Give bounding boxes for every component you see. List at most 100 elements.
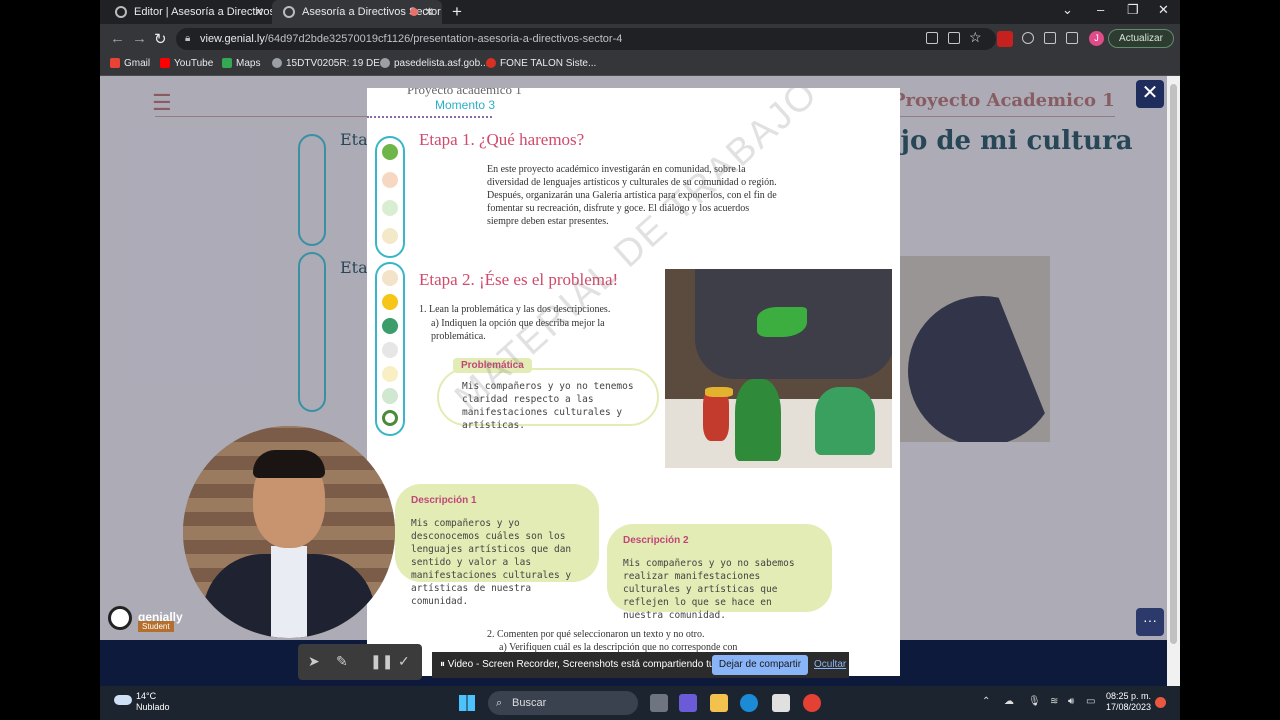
notification-icon[interactable]	[1155, 697, 1166, 708]
photo-cactus	[815, 387, 875, 455]
windows-taskbar: 14°C Nublado ⌕ Buscar ⌃ ☁ 🎙︎ ≋ 🔊︎ ▭ 08:2…	[100, 686, 1180, 720]
fone-icon	[486, 58, 496, 68]
desktop-screen: Editor | Asesoría a Directivos Sect ✕ As…	[100, 0, 1180, 720]
artisan-photo	[665, 269, 892, 468]
store-icon[interactable]	[772, 694, 790, 712]
onedrive-icon[interactable]: ☁	[1004, 696, 1014, 707]
page-scrollbar[interactable]	[1167, 76, 1180, 686]
item-2: 2. Comenten por qué seleccionaron un tex…	[487, 629, 705, 640]
circle-target-icon	[382, 410, 398, 426]
cloud-icon	[114, 695, 132, 705]
pen-tool-icon[interactable]: ✎	[336, 653, 348, 670]
hill-outline-icon	[382, 388, 398, 404]
address-bar[interactable]: 🔒︎ view.genial.ly/64d97d2bde32570019cf11…	[176, 28, 996, 50]
maps-icon	[222, 58, 232, 68]
bookmark-15dtv[interactable]: 15DTV0205R: 19 DE...	[272, 58, 388, 69]
tab-strip: Editor | Asesoría a Directivos Sect ✕ As…	[100, 0, 1180, 24]
screen-share-bar: ⏸︎ Video - Screen Recorder, Screenshots …	[432, 652, 849, 678]
webcam-overlay[interactable]	[183, 426, 395, 638]
tab-editor[interactable]: Editor | Asesoría a Directivos Sect ✕	[104, 0, 272, 24]
bookmark-youtube[interactable]: YouTube	[160, 58, 213, 69]
stage1-icons-pill	[375, 136, 405, 258]
close-tab-icon[interactable]: ✕	[254, 0, 264, 24]
microphone-icon[interactable]: 🎙︎	[1028, 696, 1041, 707]
desc2-text: Mis compañeros y yo no sabemos realizar …	[623, 558, 795, 621]
maximize-icon[interactable]: ❐	[1127, 2, 1139, 18]
stage2-icons-pill	[375, 262, 405, 436]
back-icon[interactable]: ←	[110, 30, 125, 47]
diamond-outline-icon	[382, 270, 398, 286]
tab-search-icon[interactable]: ⌄	[1062, 2, 1073, 18]
extensions-icon[interactable]	[1022, 32, 1034, 44]
system-clock[interactable]: 08:25 p. m. 17/08/2023	[1106, 691, 1151, 713]
update-button[interactable]: Actualizar	[1108, 29, 1174, 48]
teams-icon[interactable]	[679, 694, 697, 712]
flower-outline-icon	[382, 172, 398, 188]
hide-button[interactable]: Ocultar	[814, 659, 846, 670]
genially-favicon-icon	[115, 6, 127, 18]
tab-label: Asesoría a Directivos Sector	[302, 6, 441, 18]
share-icon[interactable]	[948, 32, 960, 44]
bookmark-gmail[interactable]: Gmail	[110, 58, 150, 69]
weather-text: Nublado	[136, 702, 170, 712]
tab-presentation[interactable]: Asesoría a Directivos Sector ✕	[272, 0, 442, 24]
close-window-icon[interactable]: ✕	[1158, 2, 1169, 18]
camera-icon[interactable]	[926, 32, 938, 44]
windows-start-icon[interactable]	[459, 695, 475, 711]
close-tab-icon[interactable]: ✕	[424, 0, 434, 24]
recorder-extension-icon[interactable]	[997, 31, 1013, 47]
descripcion-2: Descripción 2 Mis compañeros y yo no sab…	[607, 524, 832, 621]
clock-time: 08:25 p. m.	[1106, 691, 1152, 701]
link-outline-icon	[382, 342, 398, 358]
bookmarks-bar: Gmail YouTube Maps 15DTV0205R: 19 DE... …	[100, 54, 1180, 76]
square-pattern-icon	[382, 318, 398, 334]
finish-check-icon[interactable]: ✓	[398, 653, 410, 670]
task-view-icon[interactable]	[650, 694, 668, 712]
sun-outline-icon	[382, 366, 398, 382]
reload-icon[interactable]: ↻	[154, 30, 167, 48]
show-hidden-icons-icon[interactable]: ⌃	[982, 696, 990, 707]
share-message: ⏸︎ Video - Screen Recorder, Screenshots …	[440, 659, 755, 670]
volume-icon[interactable]: 🔊︎	[1068, 696, 1074, 707]
globe-icon	[272, 58, 282, 68]
bookmark-maps[interactable]: Maps	[222, 58, 260, 69]
dotted-divider	[367, 116, 492, 118]
flower-icon	[382, 144, 398, 160]
stop-sharing-button[interactable]: Dejar de compartir	[712, 655, 808, 675]
bookmark-star-icon[interactable]: ☆	[969, 29, 982, 46]
new-tab-icon[interactable]: +	[452, 2, 462, 22]
file-explorer-icon[interactable]	[710, 694, 728, 712]
forward-icon[interactable]: →	[132, 30, 147, 47]
clock-date: 17/08/2023	[1106, 702, 1152, 712]
bookmark-pasedelista[interactable]: pasedelista.asf.gob....	[380, 58, 491, 69]
gmail-icon	[110, 58, 120, 68]
pause-icon[interactable]: ❚❚	[370, 653, 393, 670]
minimize-icon[interactable]: –	[1097, 2, 1104, 17]
student-badge: Student	[138, 621, 174, 632]
profile-avatar[interactable]: J	[1089, 31, 1104, 46]
battery-icon[interactable]: ▭	[1086, 696, 1095, 707]
wifi-icon[interactable]: ≋	[1050, 696, 1058, 707]
document-page: Proyecto académico 1 Momento 3 Etapa 1. …	[367, 88, 900, 676]
more-options-button[interactable]: ···	[1136, 608, 1164, 636]
search-icon: ⌕	[496, 697, 503, 709]
genially-favicon-icon	[283, 6, 295, 18]
recorder-controls: ➤ ✎ ❚❚ ✓	[298, 644, 422, 680]
site-info-icon[interactable]: 🔒︎	[185, 28, 190, 50]
drag-handle-icon[interactable]: ⏸︎	[440, 659, 448, 670]
document-top-text: Proyecto académico 1	[407, 88, 522, 97]
edge-icon[interactable]	[740, 694, 758, 712]
globe-icon	[380, 58, 390, 68]
close-modal-button[interactable]: ✕	[1136, 80, 1164, 108]
reading-list-icon[interactable]	[1044, 32, 1056, 44]
taskbar-search[interactable]: ⌕ Buscar	[488, 691, 638, 715]
side-panel-icon[interactable]	[1066, 32, 1078, 44]
scroll-thumb[interactable]	[1170, 84, 1177, 644]
bookmark-fone-talon[interactable]: FONE TALON Siste...	[486, 58, 596, 69]
desc2-label: Descripción 2	[623, 535, 689, 546]
pointer-tool-icon[interactable]: ➤	[308, 653, 320, 670]
chrome-icon[interactable]	[803, 694, 821, 712]
weather-widget[interactable]: 14°C Nublado	[114, 691, 170, 713]
recording-indicator-icon	[410, 8, 418, 16]
desc1-label: Descripción 1	[411, 495, 477, 506]
